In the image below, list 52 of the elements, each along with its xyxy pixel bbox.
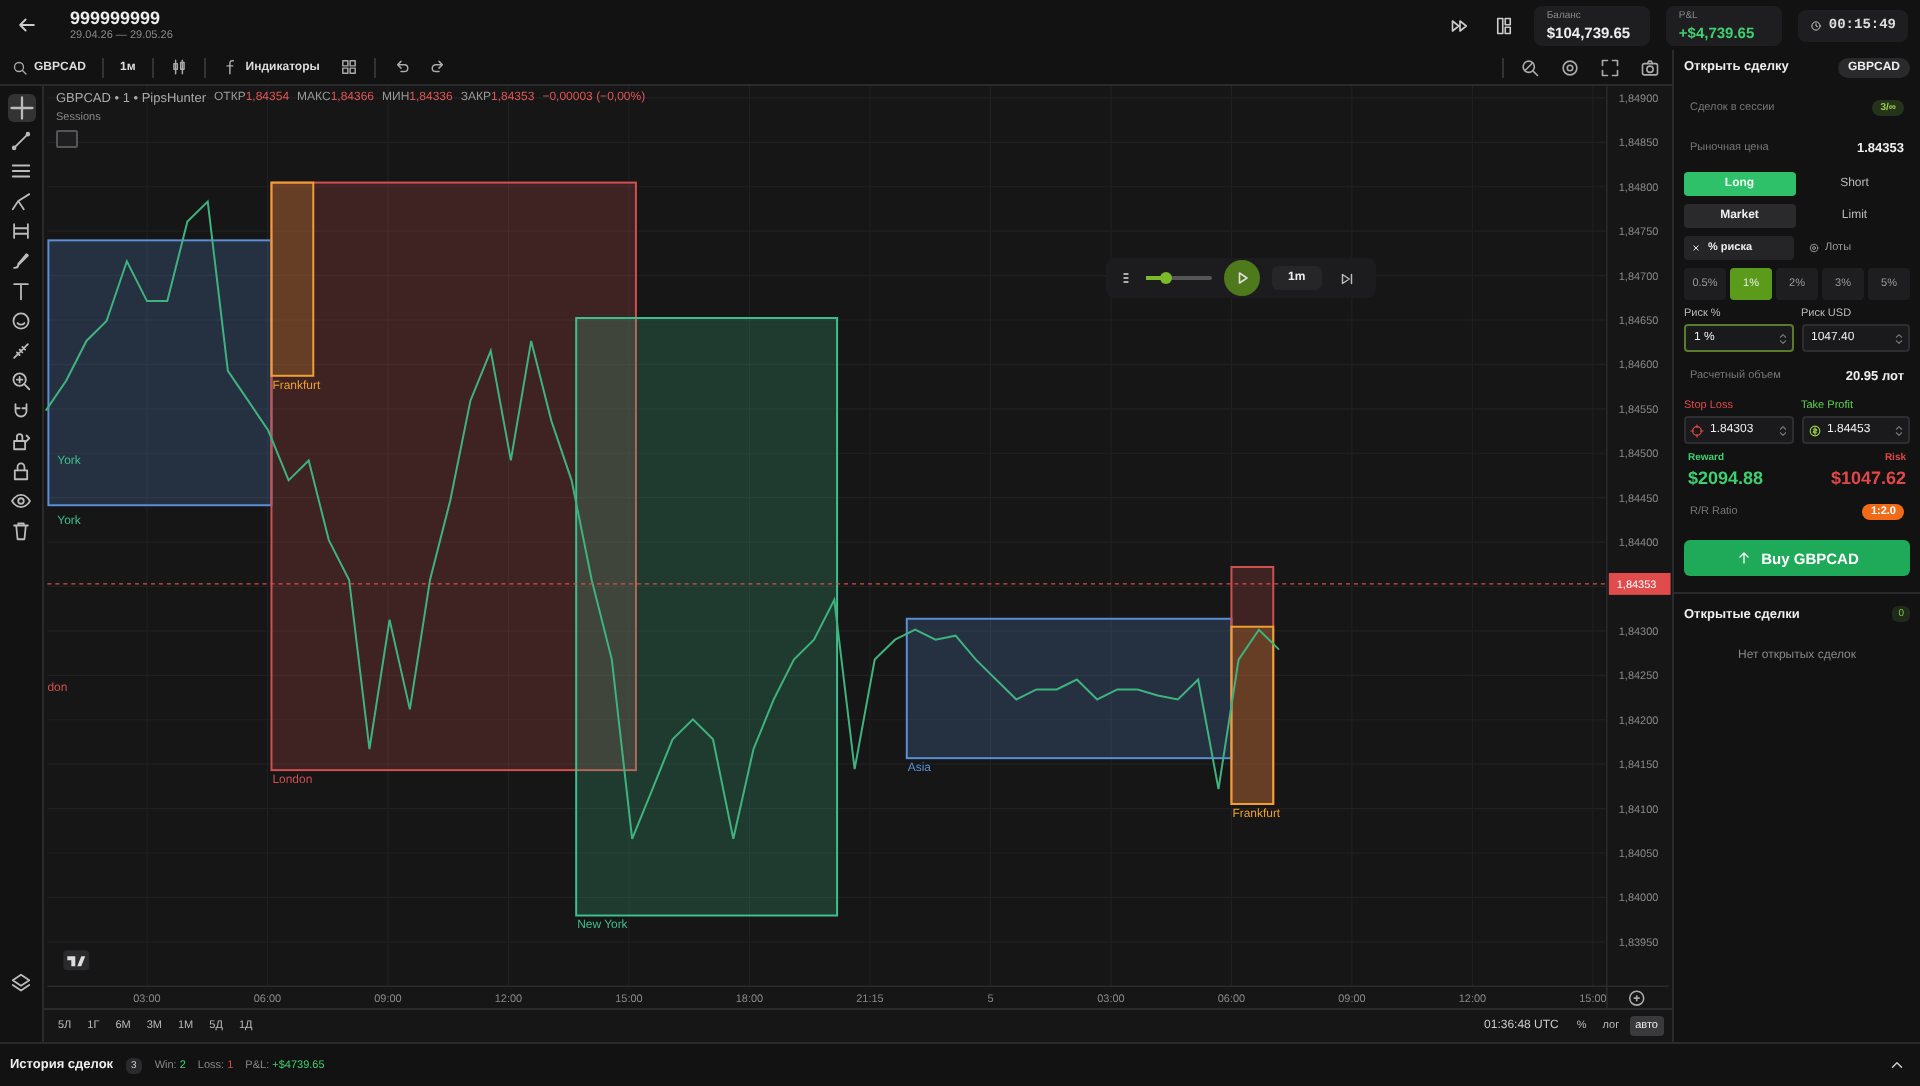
function-icon bbox=[221, 58, 240, 76]
spinner-icon[interactable] bbox=[1775, 331, 1789, 345]
grid-icon bbox=[339, 58, 358, 76]
drag-handle-icon[interactable] bbox=[1118, 270, 1134, 286]
layers-icon[interactable] bbox=[10, 972, 32, 994]
candles-icon bbox=[169, 58, 188, 76]
screenshot-button[interactable] bbox=[1636, 57, 1664, 77]
undo-icon bbox=[391, 58, 410, 76]
lines-icon[interactable] bbox=[10, 160, 32, 182]
chevron-up-icon bbox=[1888, 1056, 1906, 1074]
back-arrow-icon bbox=[16, 14, 38, 36]
zoom-in-icon[interactable] bbox=[10, 370, 32, 392]
lock-icon[interactable] bbox=[10, 460, 32, 482]
camera-icon bbox=[1640, 57, 1660, 77]
coin-icon bbox=[1807, 423, 1821, 437]
magnet-icon[interactable] bbox=[10, 400, 32, 422]
redo-icon bbox=[429, 58, 448, 76]
magnifier-icon bbox=[1520, 57, 1540, 77]
settings-button[interactable] bbox=[1556, 57, 1584, 77]
zoom-reset-button[interactable] bbox=[1516, 57, 1544, 77]
layout-icon bbox=[1494, 15, 1515, 35]
arrow-up-icon bbox=[1735, 550, 1752, 566]
crosshair-icon[interactable] bbox=[7, 94, 35, 122]
account-title: 999999999 bbox=[70, 8, 163, 28]
logo-icon[interactable] bbox=[63, 950, 90, 971]
ruler-icon[interactable] bbox=[10, 340, 32, 362]
search-icon bbox=[12, 59, 28, 75]
trash-icon[interactable] bbox=[10, 520, 32, 542]
channel-icon[interactable] bbox=[10, 220, 32, 242]
slider-thumb[interactable] bbox=[1159, 272, 1172, 284]
reward-value: $2094.88 bbox=[1688, 468, 1764, 488]
eye-icon[interactable] bbox=[10, 490, 32, 512]
fullscreen-icon bbox=[1600, 57, 1620, 77]
lock-pencil-icon[interactable] bbox=[10, 430, 32, 452]
spinner-icon[interactable] bbox=[1892, 423, 1906, 437]
spinner-icon[interactable] bbox=[1775, 423, 1789, 437]
fast-forward-icon bbox=[1450, 15, 1471, 35]
fullscreen-button[interactable] bbox=[1596, 57, 1624, 77]
x-icon bbox=[1690, 242, 1702, 254]
brush-icon[interactable] bbox=[10, 250, 32, 272]
trend-line-icon[interactable] bbox=[10, 130, 32, 152]
play-button[interactable] bbox=[1224, 260, 1260, 296]
price-tag bbox=[1608, 572, 1671, 595]
pitchfork-icon[interactable] bbox=[10, 190, 32, 212]
text-tool-icon[interactable] bbox=[10, 280, 32, 302]
target-icon bbox=[1690, 423, 1704, 437]
risk-value: $1047.62 bbox=[1830, 468, 1906, 488]
radio-icon bbox=[1807, 242, 1819, 254]
skip-to-end-icon bbox=[1337, 269, 1356, 287]
spinner-icon[interactable] bbox=[1892, 331, 1906, 345]
emoji-icon[interactable] bbox=[10, 310, 32, 332]
clock-icon bbox=[1810, 19, 1823, 31]
